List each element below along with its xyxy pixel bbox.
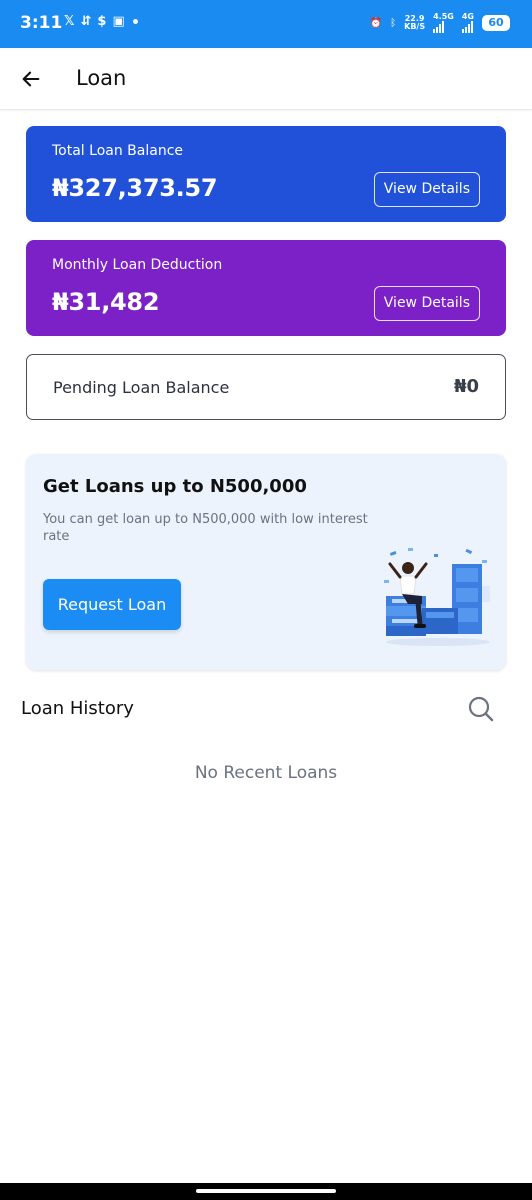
system-indicators: ⏰ ᛒ 22.9 KB/S 4.5G 4G 60 — [370, 13, 510, 33]
empty-state-message: No Recent Loans — [194, 763, 338, 783]
money-illustration — [384, 548, 490, 646]
card-amount: ₦327,373.57 — [52, 174, 218, 202]
pending-loan-balance-card: Pending Loan Balance ₦0 — [26, 354, 506, 420]
page-title: Loan — [76, 66, 127, 90]
view-details-button[interactable]: View Details — [373, 286, 480, 321]
loan-promo-card: Get Loans up to N500,000 You can get loa… — [26, 454, 506, 670]
monthly-loan-deduction-card: Monthly Loan Deduction ₦31,482 View Deta… — [26, 240, 506, 336]
alarm-icon: ⏰ — [369, 17, 383, 29]
home-gesture-handle[interactable] — [196, 1189, 336, 1193]
game-icon: ▣ — [112, 14, 125, 29]
more-notifications-dot — [132, 19, 138, 24]
search-button[interactable] — [466, 694, 496, 724]
view-details-button[interactable]: View Details — [373, 172, 480, 207]
arrow-left-icon — [22, 71, 40, 87]
loan-history-title: Loan History — [21, 698, 134, 719]
signal-bars-icon — [433, 21, 454, 33]
system-navigation-bar — [0, 1183, 532, 1200]
search-icon — [468, 696, 494, 722]
signal-bars-icon — [461, 21, 474, 33]
bluetooth-icon: ᛒ — [390, 17, 397, 29]
sync-icon: ⇵ — [80, 14, 92, 29]
back-button[interactable] — [14, 62, 48, 96]
card-label: Total Loan Balance — [52, 143, 184, 159]
total-loan-balance-card: Total Loan Balance ₦327,373.57 View Deta… — [26, 126, 506, 222]
x-icon: 𝕏 — [64, 14, 75, 29]
dollar-icon: $ — [97, 14, 107, 29]
pending-label: Pending Loan Balance — [53, 378, 230, 397]
signal-2: 4G — [461, 13, 474, 33]
promo-description: You can get loan up to N500,000 with low… — [43, 512, 368, 544]
promo-title: Get Loans up to N500,000 — [43, 476, 307, 497]
request-loan-button[interactable]: Request Loan — [43, 579, 181, 630]
card-label: Monthly Loan Deduction — [52, 257, 223, 273]
card-amount: ₦31,482 — [52, 288, 160, 316]
status-bar: 3:11 𝕏 ⇵ $ ▣ ⏰ ᛒ 22.9 KB/S 4.5G 4G 60 — [0, 0, 532, 48]
battery-icon: 60 — [482, 15, 510, 31]
network-speed: 22.9 KB/S — [404, 14, 426, 31]
status-time: 3:11 — [20, 13, 63, 33]
app-bar: Loan — [0, 48, 532, 110]
pending-amount: ₦0 — [453, 376, 479, 397]
notification-icons: 𝕏 ⇵ $ ▣ — [64, 14, 138, 29]
signal-1: 4.5G — [433, 13, 454, 33]
